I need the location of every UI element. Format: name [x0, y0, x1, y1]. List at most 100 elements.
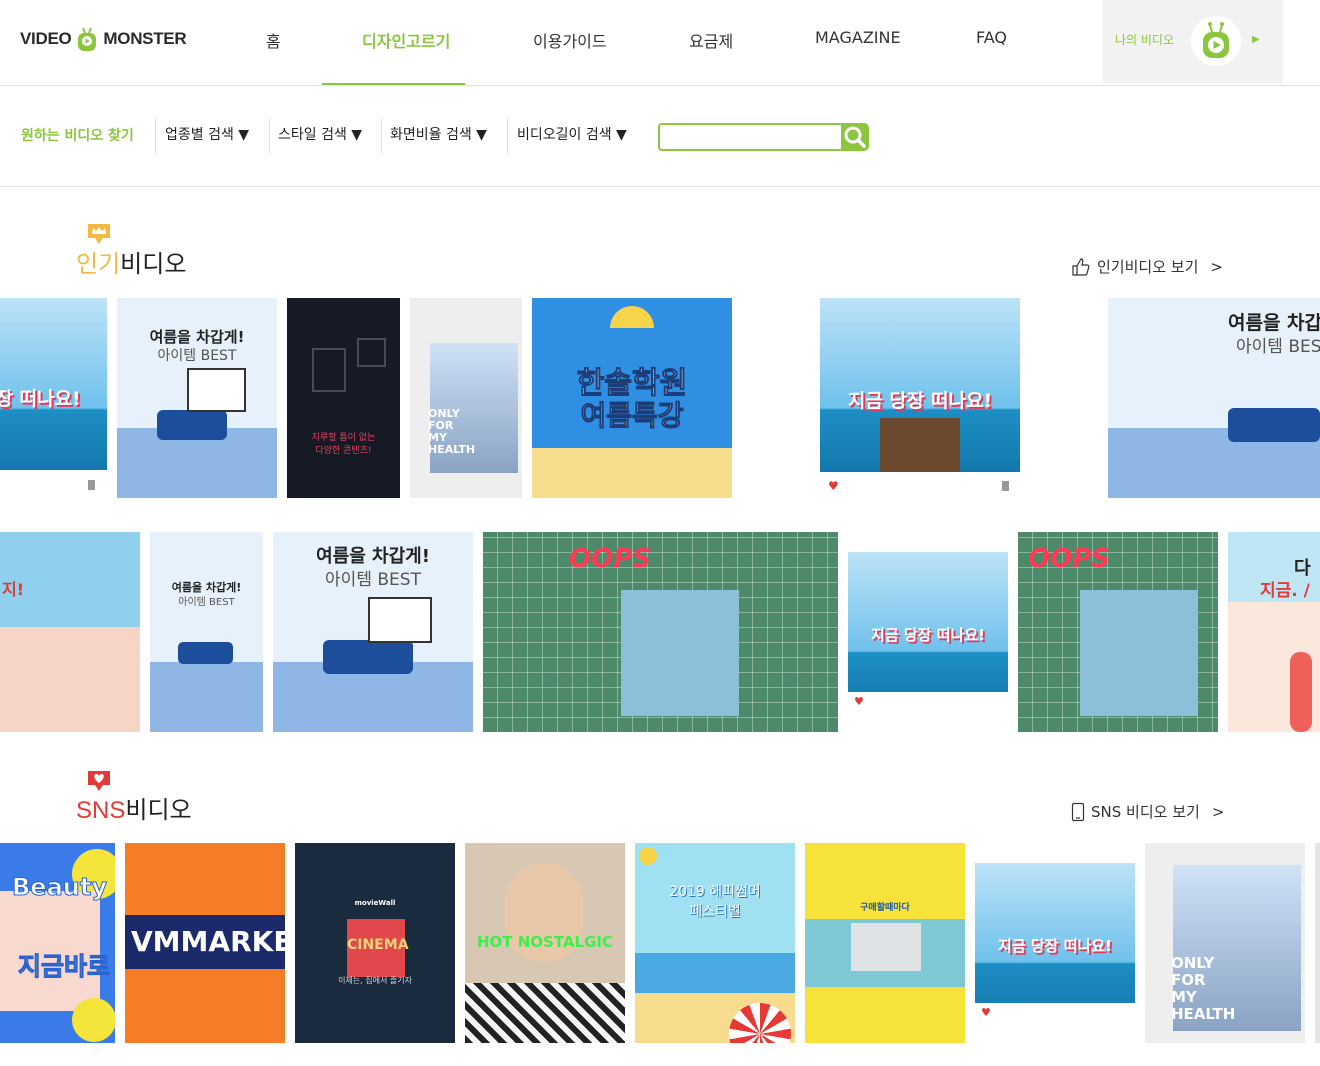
bookmark-icon	[88, 480, 95, 490]
sns-section-title: SNS비디오	[76, 790, 192, 825]
thumb-caption: HOT NOSTALGIC	[476, 933, 613, 951]
sns-view-all-label: SNS 비디오 보기	[1091, 803, 1200, 821]
video-thumb-travel[interactable]: 지금 당장 떠나요! ♥	[820, 298, 1020, 498]
frame	[312, 348, 346, 392]
surfboard	[1290, 652, 1312, 732]
nav-home[interactable]: 홈	[266, 28, 281, 52]
site-header: VIDEO MONSTER 홈 디자인고르기 이용가이드 요금제 MAGAZIN…	[0, 0, 1320, 86]
video-thumb-oops-wide[interactable]: OOPS	[483, 532, 838, 732]
heart-icon: ♥	[854, 695, 864, 708]
my-video-button[interactable]: 나의 비디오 ▶	[1103, 0, 1283, 84]
thumb-subtitle: 아이템 BEST	[178, 597, 235, 608]
video-thumb-shopping[interactable]: 구매할때마다	[805, 843, 965, 1043]
video-thumb-oops[interactable]: OOPS	[1018, 532, 1218, 732]
search-icon	[844, 126, 866, 148]
divider	[507, 118, 508, 154]
logo-text-video: VIDEO	[20, 29, 72, 48]
thumb-title: 여름을 차갑게!	[149, 328, 245, 346]
boat	[880, 418, 960, 472]
nav-faq[interactable]: FAQ	[976, 28, 1007, 47]
thumb-footer	[848, 692, 1008, 732]
photo	[1080, 590, 1198, 716]
video-thumb-health-sns[interactable]: ONLY FOR MY HEALTH	[1145, 843, 1305, 1043]
thumb-subtitle: 지금. /	[1260, 581, 1310, 601]
window	[187, 368, 246, 412]
thumb-title: Beauty	[12, 873, 108, 902]
video-thumb-interior-small[interactable]: 여름을 차갑게! 아이템 BEST	[150, 532, 263, 732]
popular-view-all-link[interactable]: 인기비디오 보기 >	[1071, 256, 1223, 277]
thumbs-up-icon	[1072, 257, 1090, 276]
divider	[269, 118, 270, 154]
search-input[interactable]	[660, 125, 842, 149]
video-thumb-dark-room[interactable]: 지루할 틈이 없는 다양한 콘텐츠!	[287, 298, 400, 498]
thumb-caption: VMMARKET	[131, 925, 285, 958]
video-thumb-travel-partial[interactable]: 지금 당장 떠나요!	[0, 298, 107, 498]
video-thumb-surf-partial[interactable]: 다 지금. /	[1228, 532, 1320, 732]
filter-video-length[interactable]: 비디오길이 검색 ▼	[517, 124, 627, 144]
sns-view-all-link[interactable]: SNS 비디오 보기 >	[1071, 801, 1224, 822]
chevron-right-icon: >	[1211, 802, 1225, 821]
photo	[621, 590, 739, 716]
video-thumb-interior-partial[interactable]: 여름을 차갑게! 아이템 BEST	[1108, 298, 1320, 498]
video-thumb-interior[interactable]: 여름을 차갑게! 아이템 BEST	[117, 298, 277, 498]
pattern	[465, 983, 625, 1043]
divider	[381, 118, 382, 154]
nav-pricing[interactable]: 요금제	[689, 28, 733, 52]
circle	[72, 998, 115, 1042]
video-thumb-cinema[interactable]: movieWall CINEMA 이제는, 집에서 즐기자	[295, 843, 455, 1043]
video-thumb-partial-edge[interactable]	[1315, 843, 1320, 1043]
thumb-caption: ONLY FOR MY HEALTH	[428, 407, 476, 456]
heart-icon: ♥	[981, 1006, 991, 1019]
video-thumb-health[interactable]: ONLY FOR MY HEALTH	[410, 298, 522, 498]
filter-title: 원하는 비디오 찾기	[21, 128, 134, 144]
thumb-title: CINEMA	[347, 937, 409, 953]
thumb-footer	[975, 1003, 1135, 1043]
popular-view-all-label: 인기비디오 보기	[1097, 258, 1199, 276]
nav-guide[interactable]: 이용가이드	[533, 28, 607, 52]
video-thumb-travel-sns[interactable]: 지금 당장 떠나요! ♥	[975, 863, 1135, 1043]
nav-magazine[interactable]: MAGAZINE	[815, 28, 901, 47]
video-thumb-travel-2[interactable]: 지금 당장 떠나요! ♥	[848, 552, 1008, 732]
search-button[interactable]	[841, 123, 869, 151]
thumb-caption: 지!	[2, 580, 25, 599]
bookmark-icon	[1002, 481, 1009, 491]
chevron-right-icon: >	[1210, 257, 1223, 276]
sofa	[1228, 408, 1320, 442]
sun	[610, 306, 654, 328]
heart-icon: ♥	[828, 479, 839, 493]
smartphone-icon	[1071, 802, 1085, 821]
video-thumb-academy[interactable]: 한솔학원 여름특강	[532, 298, 732, 498]
mascot-avatar-icon	[1191, 16, 1241, 66]
thumb-caption: 구매할때마다	[860, 903, 910, 913]
thumb-subtitle: 아이템 BEST	[157, 348, 237, 364]
thumb-subtitle: 아이템 BEST	[325, 570, 421, 590]
popular-title-rest: 비디오	[120, 251, 187, 278]
search-field[interactable]	[658, 123, 844, 151]
video-thumb-interior-2[interactable]: 여름을 차갑게! 아이템 BEST	[273, 532, 473, 732]
thumb-caption: 지금 당장 떠나요!	[871, 626, 985, 644]
filter-aspect-ratio[interactable]: 화면비율 검색 ▼	[390, 124, 487, 144]
thumb-footer	[820, 472, 1020, 498]
nav-design-select[interactable]: 디자인고르기	[362, 28, 450, 52]
video-thumb-vmmarket[interactable]: VMMARKET	[125, 843, 285, 1043]
thumb-brand: movieWall	[354, 899, 396, 907]
thumb-caption: OOPS	[1028, 544, 1110, 574]
filter-industry[interactable]: 업종별 검색 ▼	[165, 124, 249, 144]
filter-bar: 원하는 비디오 찾기 업종별 검색 ▼ 스타일 검색 ▼ 화면비율 검색 ▼ 비…	[0, 86, 1320, 187]
my-video-label: 나의 비디오	[1115, 33, 1175, 47]
logo[interactable]: VIDEO MONSTER	[20, 24, 187, 54]
popular-title-highlight: 인기	[76, 251, 121, 278]
thumb-caption: ONLY FOR MY HEALTH	[1171, 954, 1236, 1023]
video-thumb-nostalgic[interactable]: HOT NOSTALGIC	[465, 843, 625, 1043]
logo-text-monster: MONSTER	[103, 29, 187, 48]
video-thumb-beauty[interactable]: Beauty 지금바로	[0, 843, 115, 1043]
thumb-caption: 2019 해피썸머 페스티벌	[669, 884, 761, 920]
thumb-subtitle: 여름특강	[580, 399, 684, 433]
video-thumb-festival[interactable]: 2019 해피썸머 페스티벌	[635, 843, 795, 1043]
video-thumb-beach-partial[interactable]: 지!	[0, 532, 140, 732]
sofa	[157, 410, 227, 440]
divider	[155, 118, 156, 154]
filter-style[interactable]: 스타일 검색 ▼	[278, 124, 362, 144]
sun	[639, 847, 657, 865]
sns-title-highlight: SNS	[76, 797, 126, 824]
